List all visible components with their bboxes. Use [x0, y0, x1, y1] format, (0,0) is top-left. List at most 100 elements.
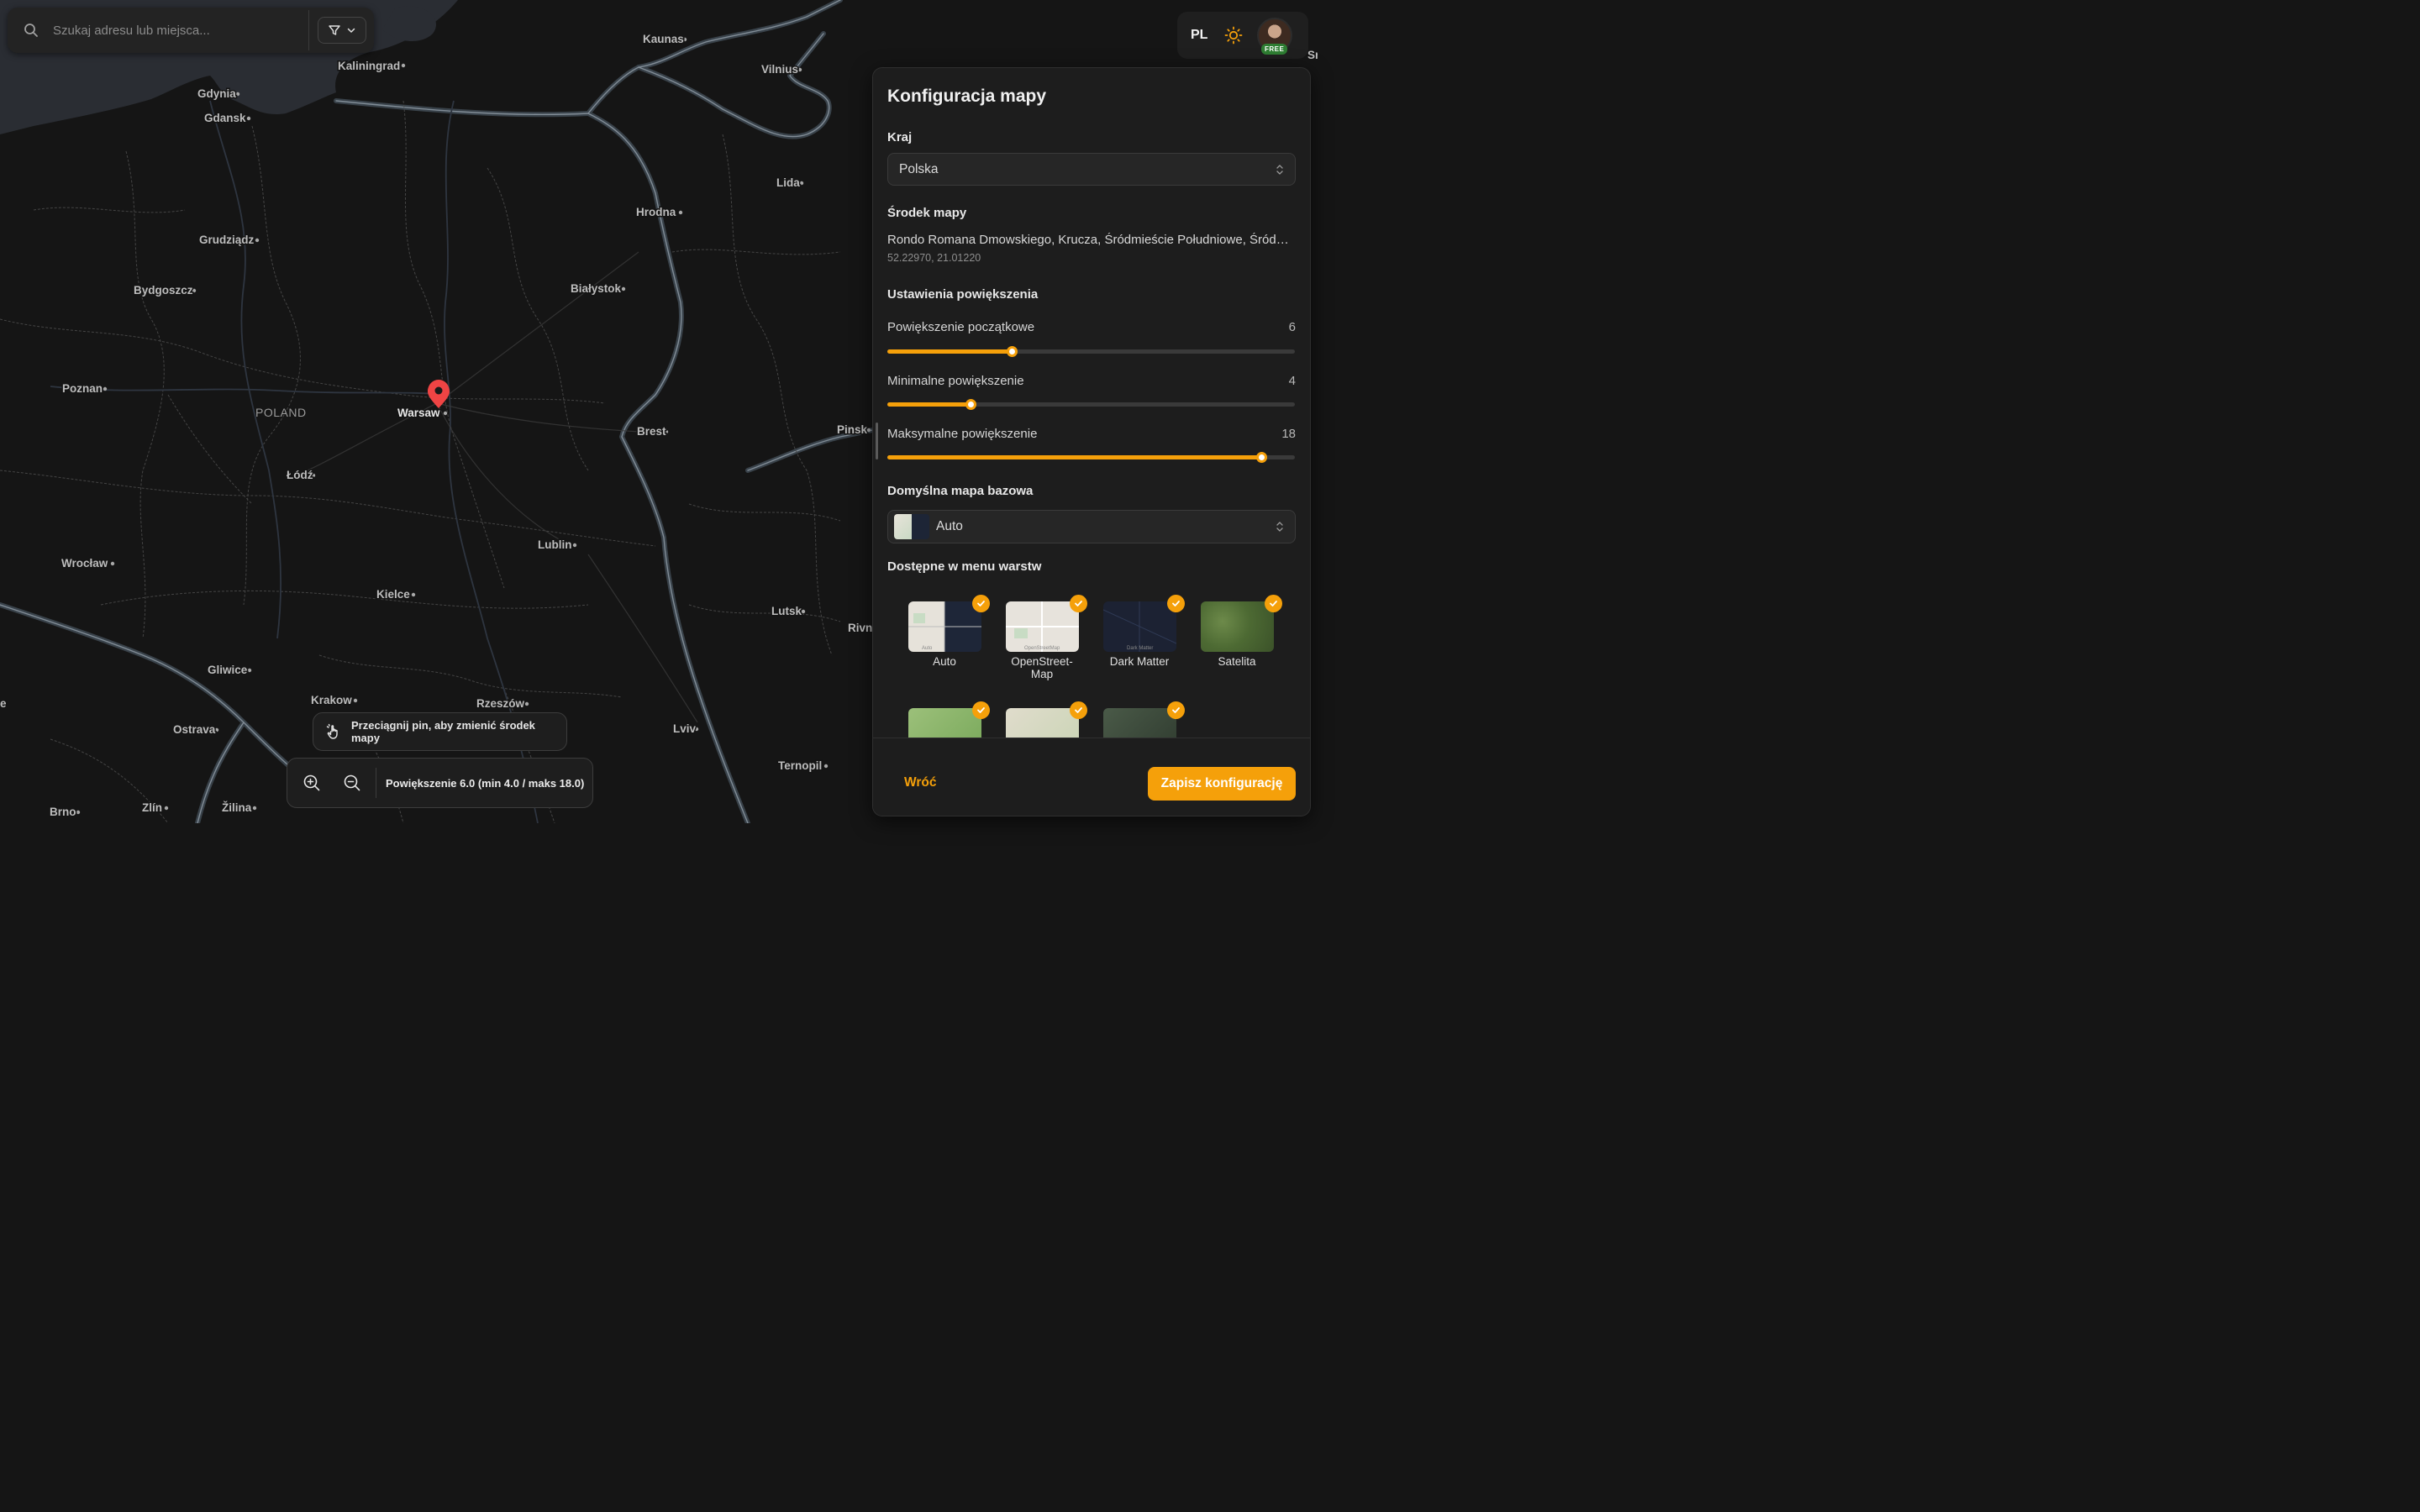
search-bar [8, 8, 374, 53]
city-label: Hrodna [636, 206, 676, 218]
max-zoom-label: Maksymalne powiększenie [887, 427, 1038, 441]
layer-thumbnail [908, 701, 990, 738]
slider-thumb[interactable] [1256, 452, 1268, 463]
map-center-address: Rondo Romana Dmowskiego, Krucza, Śródmie… [887, 233, 1289, 247]
chevron-updown-icon [1276, 163, 1284, 176]
city-label: Ternopil [778, 759, 822, 772]
basemap-thumbnail [894, 514, 929, 539]
chevron-updown-icon [1276, 520, 1284, 533]
city-label: Zlín [142, 801, 162, 814]
back-button[interactable]: Wróć [904, 775, 936, 790]
slider-fill [887, 455, 1262, 459]
city-label: Krakow [311, 694, 352, 706]
search-divider [308, 10, 309, 50]
city-label: Bydgoszcz [134, 284, 193, 297]
layer-thumbnail [1005, 701, 1087, 738]
initial-zoom-value: 6 [1288, 320, 1296, 334]
layer-thumbnail: OpenStreetMap [1005, 595, 1087, 652]
city-label: Ostrava [173, 723, 216, 736]
city-label: Grudziądz [199, 234, 255, 246]
slider-thumb[interactable] [1007, 346, 1018, 357]
city-label: Wrocław [61, 557, 108, 570]
slider-fill [887, 349, 1013, 354]
sun-icon[interactable] [1223, 25, 1244, 45]
zoom-controls: Powiększenie 6.0 (min 4.0 / maks 18.0) [287, 758, 593, 808]
search-input[interactable] [51, 13, 308, 48]
plan-badge: FREE [1261, 44, 1288, 55]
basemap-label: Domyślna mapa bazowa [887, 484, 1034, 498]
min-zoom-label: Minimalne powiększenie [887, 374, 1024, 388]
city-label: Białystok [571, 282, 622, 295]
city-label: Žilina [222, 801, 252, 814]
top-right-toolbar: PL FREE [1177, 12, 1308, 59]
city-label: Gdansk [204, 112, 246, 124]
checkmark-icon [1069, 701, 1087, 719]
city-label: Kaunas [643, 33, 684, 45]
map-config-panel: Konfiguracja mapy Kraj Polska Środek map… [872, 67, 1311, 816]
min-zoom-slider[interactable] [887, 399, 1295, 410]
panel-scrollbar[interactable] [876, 423, 878, 459]
zoom-in-icon[interactable] [302, 773, 322, 793]
max-zoom-slider[interactable] [887, 452, 1295, 463]
filter-icon [328, 24, 341, 37]
layer-tile-topo[interactable] [902, 701, 990, 738]
city-label: Brest [637, 425, 666, 438]
panel-footer: Wróć Zapisz konfigurację [873, 738, 1310, 816]
filter-button[interactable] [318, 17, 366, 44]
zoom-status: Powiększenie 6.0 (min 4.0 / maks 18.0) [386, 776, 585, 790]
layer-tile-dark-matter[interactable]: Dark Matter Dark Matter [1097, 595, 1185, 668]
avatar[interactable]: FREE [1257, 18, 1292, 55]
country-label: POLAND [255, 406, 307, 419]
city-label: Rivn [848, 622, 872, 634]
min-zoom-value: 4 [1288, 374, 1296, 388]
city-label: Gdynia [197, 87, 236, 100]
chevron-down-icon [346, 25, 356, 35]
layer-thumb-caption: Dark Matter [1127, 646, 1153, 651]
checkmark-icon [1166, 595, 1185, 612]
zoom-out-icon[interactable] [342, 773, 362, 793]
layer-thumbnail: Auto [908, 595, 990, 652]
panel-title: Konfiguracja mapy [887, 87, 1047, 106]
zoom-settings-label: Ustawienia powiększenia [887, 287, 1039, 302]
city-label: Warsaw [397, 407, 440, 419]
checkmark-icon [1264, 595, 1282, 612]
layer-tile-satellite[interactable]: Satelita [1195, 595, 1282, 668]
layer-label: Satelita [1218, 655, 1256, 668]
city-label: Lutsk [771, 605, 802, 617]
save-config-button[interactable]: Zapisz konfigurację [1148, 767, 1296, 801]
max-zoom-value: 18 [1281, 427, 1296, 441]
city-label: Lviv [673, 722, 697, 735]
slider-thumb[interactable] [965, 399, 976, 410]
layers-menu-label: Dostępne w menu warstw [887, 559, 1042, 574]
initial-zoom-label: Powiększenie początkowe [887, 320, 1035, 334]
layer-tile-openstreetmap[interactable]: OpenStreetMap OpenStreet- Map [1000, 595, 1087, 680]
search-icon [23, 22, 39, 39]
layer-label: Dark Matter [1109, 655, 1170, 668]
country-select[interactable]: Polska [887, 153, 1296, 186]
map-center-coords: 52.22970, 21.01220 [887, 252, 981, 264]
layer-thumbnail: Dark Matter [1102, 595, 1185, 652]
city-label: e [0, 697, 7, 710]
city-label: Brno [50, 806, 76, 818]
layer-tile-auto[interactable]: Auto Auto [902, 595, 990, 668]
city-label: Kaliningrad [338, 60, 400, 72]
country-select-value: Polska [899, 161, 939, 176]
layer-tile-hybrid[interactable] [1097, 701, 1185, 738]
country-label: Kraj [887, 130, 913, 144]
language-button[interactable]: PL [1191, 28, 1209, 43]
basemap-select[interactable]: Auto [887, 510, 1296, 543]
layer-thumbnail [1102, 701, 1185, 738]
initial-zoom-slider[interactable] [887, 346, 1295, 357]
drag-pin-hint: Przeciągnij pin, aby zmienić środek mapy [313, 712, 567, 751]
city-label: Łódź [287, 469, 313, 481]
city-label: Kielce [376, 588, 410, 601]
panel-scroll-area[interactable]: Konfiguracja mapy Kraj Polska Środek map… [873, 68, 1310, 738]
layer-label: Auto [933, 655, 956, 668]
layer-thumbnail [1200, 595, 1282, 652]
checkmark-icon [1166, 701, 1185, 719]
city-label: Gliwice [208, 664, 248, 676]
layer-tile-terrain[interactable] [1000, 701, 1087, 738]
slider-fill [887, 402, 971, 407]
checkmark-icon [971, 701, 990, 719]
checkmark-icon [1069, 595, 1087, 612]
